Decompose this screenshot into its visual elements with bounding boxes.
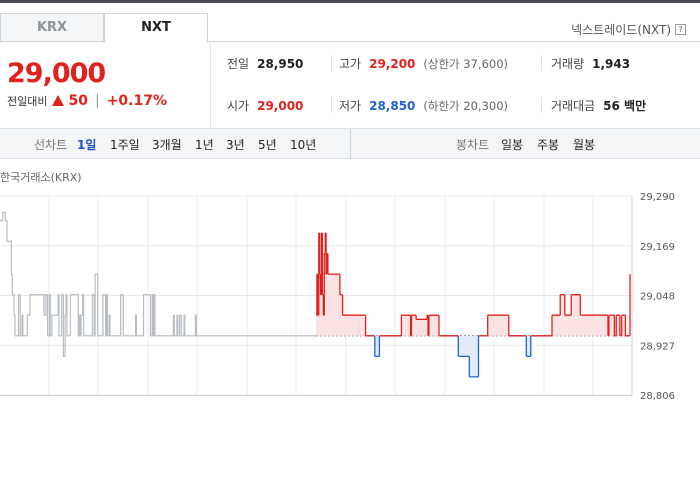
change-rate: +0.17% [106, 93, 167, 109]
krx-price-line [0, 211, 316, 357]
candle-weekly[interactable]: 주봉 [537, 136, 559, 153]
stat-divider [331, 55, 332, 71]
tab-nxt[interactable]: NXT [104, 13, 208, 43]
period-divider [350, 129, 351, 159]
stat-sub: (하한가 20,300) [423, 99, 509, 113]
period-5y[interactable]: 5년 [258, 136, 277, 153]
stat-value: 28,850 [369, 99, 416, 113]
chart-bottom-border [0, 395, 632, 396]
period-3y[interactable]: 3년 [226, 136, 245, 153]
stat-label: 고가 [339, 57, 362, 71]
stat-volume: 거래량 1,943 [551, 55, 630, 72]
price-stats: 전일 28,950 고가 29,200 (상한가 37,600) 거래량 1,9… [210, 44, 700, 128]
stat-turnover: 거래대금 56 백만 [551, 97, 646, 114]
stat-divider [331, 97, 332, 113]
question-icon[interactable]: ? [675, 24, 686, 35]
exchange-tabs: KRX NXT 넥스트레이드(NXT) ? [0, 13, 700, 43]
stat-label: 저가 [339, 99, 362, 113]
period-1d[interactable]: 1일 [77, 136, 96, 153]
stat-label: 거래량 [551, 57, 585, 71]
stat-label: 전일 [227, 57, 250, 71]
stat-value: 1,943 [592, 57, 631, 71]
line-chart-label: 선차트 [34, 138, 68, 152]
y-tick-label: 29,048 [640, 292, 675, 303]
change-divider: | [94, 93, 100, 109]
nxt-price-line-down [374, 335, 532, 378]
current-price: 29,000 [7, 58, 106, 89]
stat-value: 29,000 [257, 99, 304, 113]
chart-period-bar: 선차트 1일 1주일 3개월 1년 3년 5년 10년 봉차트 일봉 주봉 월봉 [0, 128, 700, 159]
period-1y[interactable]: 1년 [195, 136, 214, 153]
candle-daily[interactable]: 일봉 [501, 136, 523, 153]
tab-krx[interactable]: KRX [0, 13, 104, 42]
period-1w[interactable]: 1주일 [110, 136, 140, 153]
stat-value: 56 백만 [603, 99, 647, 113]
exchange-label: 한국거래소(KRX) [0, 171, 82, 184]
nxt-info-link[interactable]: 넥스트레이드(NXT) ? [571, 21, 686, 38]
period-10y[interactable]: 10년 [290, 136, 316, 153]
stat-open: 시가 29,000 [227, 97, 303, 114]
stat-label: 거래대금 [551, 99, 596, 113]
y-tick-label: 28,927 [640, 341, 675, 352]
y-tick-label: 28,806 [640, 391, 675, 400]
candle-chart-label: 봉차트 [456, 138, 490, 152]
y-tick-label: 29,169 [640, 242, 675, 253]
period-3m[interactable]: 3개월 [152, 136, 182, 153]
stat-divider [541, 55, 542, 71]
stat-sub: (상한가 37,600) [423, 57, 509, 71]
up-arrow-icon [52, 95, 65, 106]
stat-value: 28,950 [257, 57, 304, 71]
stat-label: 시가 [227, 99, 250, 113]
stat-low: 저가 28,850 (하한가 20,300) [339, 97, 508, 114]
change-value: 50 [68, 93, 88, 109]
stat-high: 고가 29,200 (상한가 37,600) [339, 55, 508, 72]
stat-prev-close: 전일 28,950 [227, 55, 303, 72]
nxt-info-label: 넥스트레이드(NXT) [571, 23, 671, 37]
top-border [0, 0, 700, 3]
stat-divider [541, 97, 542, 113]
intraday-price-chart[interactable]: 29,290 29,169 29,048 28,927 28,806 [0, 186, 700, 400]
stat-value: 29,200 [369, 57, 416, 71]
change-label: 전일대비 [7, 95, 48, 108]
y-tick-label: 29,290 [640, 192, 675, 203]
candle-monthly[interactable]: 월봉 [573, 136, 595, 153]
price-change: 전일대비 50 | +0.17% [7, 93, 167, 109]
